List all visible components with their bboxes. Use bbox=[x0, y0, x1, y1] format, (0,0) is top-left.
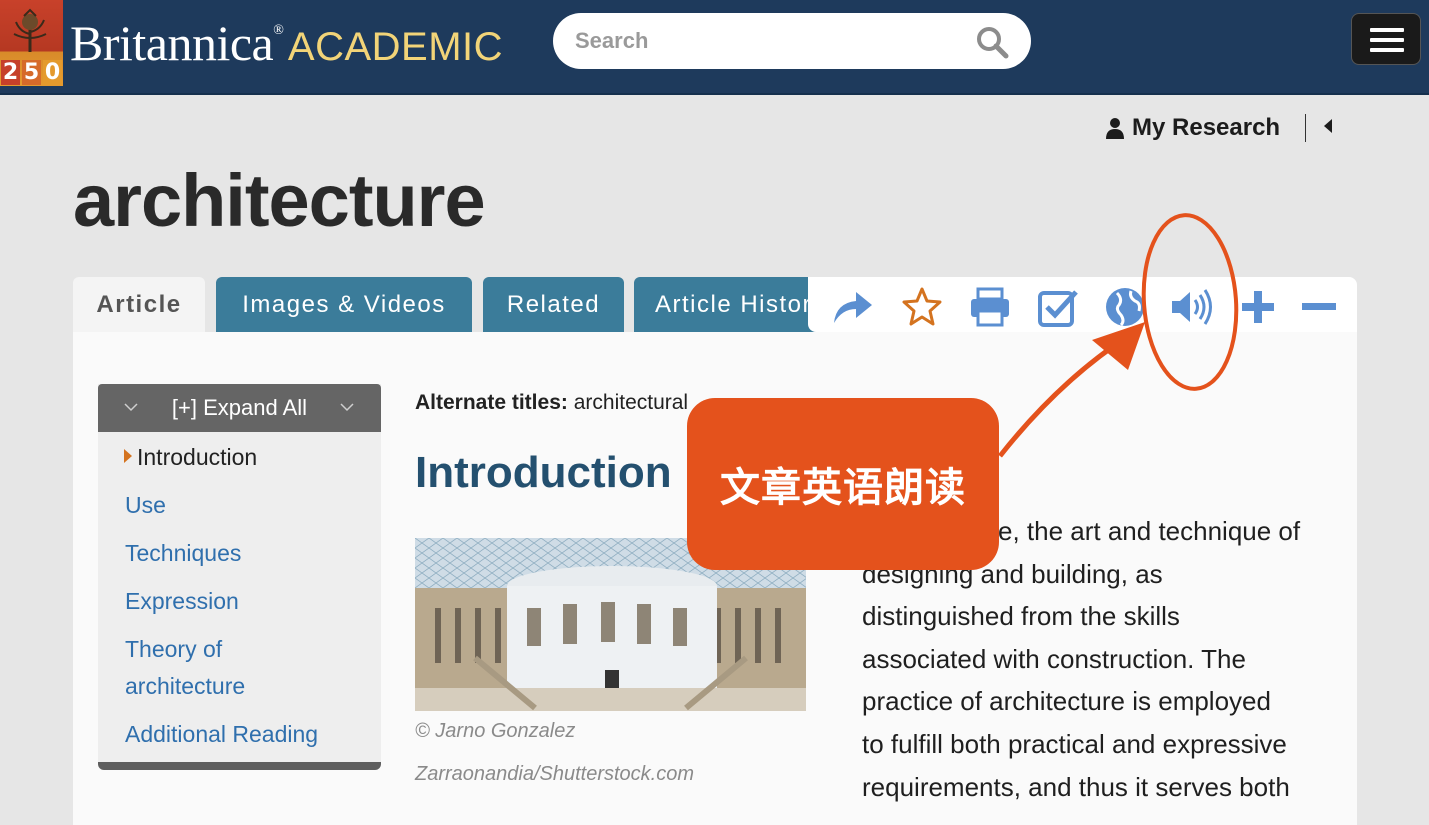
search-icon[interactable] bbox=[975, 25, 1009, 59]
divider bbox=[1305, 114, 1306, 142]
my-research-link[interactable]: My Research bbox=[1106, 112, 1280, 144]
body-line: distinguished from the skills bbox=[862, 601, 1180, 632]
tab-related[interactable]: Related bbox=[483, 277, 624, 332]
alternate-titles-value: architectural bbox=[573, 391, 689, 414]
body-line: requirements, and thus it serves both bbox=[862, 771, 1290, 802]
annotation-callout: 文章英语朗读 bbox=[687, 398, 999, 570]
body-line: associated with construction. The bbox=[862, 643, 1246, 674]
toc-item-techniques[interactable]: Techniques bbox=[125, 535, 241, 572]
user-icon bbox=[1106, 118, 1124, 139]
brand-name: Britannica bbox=[70, 15, 274, 71]
article-toolbar bbox=[808, 277, 1357, 332]
toc-item-expression[interactable]: Expression bbox=[125, 583, 239, 620]
search-input[interactable] bbox=[575, 21, 955, 61]
chevron-down-icon bbox=[124, 403, 138, 412]
print-icon[interactable] bbox=[968, 285, 1012, 329]
expand-all-label: [+] Expand All bbox=[171, 395, 308, 420]
section-heading: Introduction bbox=[415, 448, 672, 497]
toc-item-additional-reading[interactable]: Additional Reading bbox=[125, 716, 318, 753]
toc-item-introduction[interactable]: Introduction bbox=[137, 439, 257, 476]
star-icon[interactable] bbox=[900, 285, 944, 329]
hamburger-menu-button[interactable] bbox=[1351, 13, 1421, 65]
tab-article-history-label: Article History bbox=[655, 290, 826, 318]
globe-icon[interactable] bbox=[1103, 285, 1147, 329]
plus-icon[interactable] bbox=[1236, 285, 1280, 329]
registered-mark: ® bbox=[273, 23, 284, 38]
page-title: architecture bbox=[73, 159, 486, 242]
toc-item-theory-line1[interactable]: Theory of bbox=[125, 631, 222, 668]
image-credit-line2: Zarraonandia/Shutterstock.com bbox=[415, 763, 695, 785]
tab-images-videos[interactable]: Images & Videos bbox=[216, 277, 472, 332]
chevron-down-icon bbox=[340, 403, 354, 412]
speaker-icon[interactable] bbox=[1169, 285, 1213, 329]
toc-item-use[interactable]: Use bbox=[125, 487, 166, 524]
brand-logo-text[interactable]: Britannica ® ACADEMIC bbox=[70, 14, 503, 74]
collapse-caret-icon[interactable] bbox=[1324, 119, 1332, 133]
body-line: to fulfill both practical and expressive bbox=[862, 728, 1287, 759]
britannica-250-logo[interactable]: 250 bbox=[0, 0, 63, 86]
search-box bbox=[553, 13, 1031, 69]
minus-icon[interactable] bbox=[1296, 285, 1340, 329]
body-line: practice of architecture is employed bbox=[862, 686, 1271, 717]
toc-item-theory-line2[interactable]: architecture bbox=[125, 668, 245, 705]
checkbox-icon[interactable] bbox=[1036, 285, 1080, 329]
expand-all-button[interactable]: [+] Expand All bbox=[98, 384, 381, 432]
share-icon[interactable] bbox=[830, 285, 874, 329]
active-marker-icon bbox=[124, 449, 132, 463]
alternate-titles-label: Alternate titles: bbox=[415, 391, 568, 414]
my-research-label: My Research bbox=[1132, 114, 1281, 141]
tab-article[interactable]: Article bbox=[73, 277, 205, 332]
alternate-titles: Alternate titles: architectural bbox=[415, 391, 688, 415]
site-header: 250 Britannica ® ACADEMIC bbox=[0, 0, 1429, 95]
logo-250-number: 250 bbox=[0, 59, 63, 85]
thistle-emblem-icon bbox=[13, 8, 47, 52]
image-credit-line1: © Jarno Gonzalez bbox=[415, 720, 576, 742]
brand-product: ACADEMIC bbox=[287, 25, 504, 69]
